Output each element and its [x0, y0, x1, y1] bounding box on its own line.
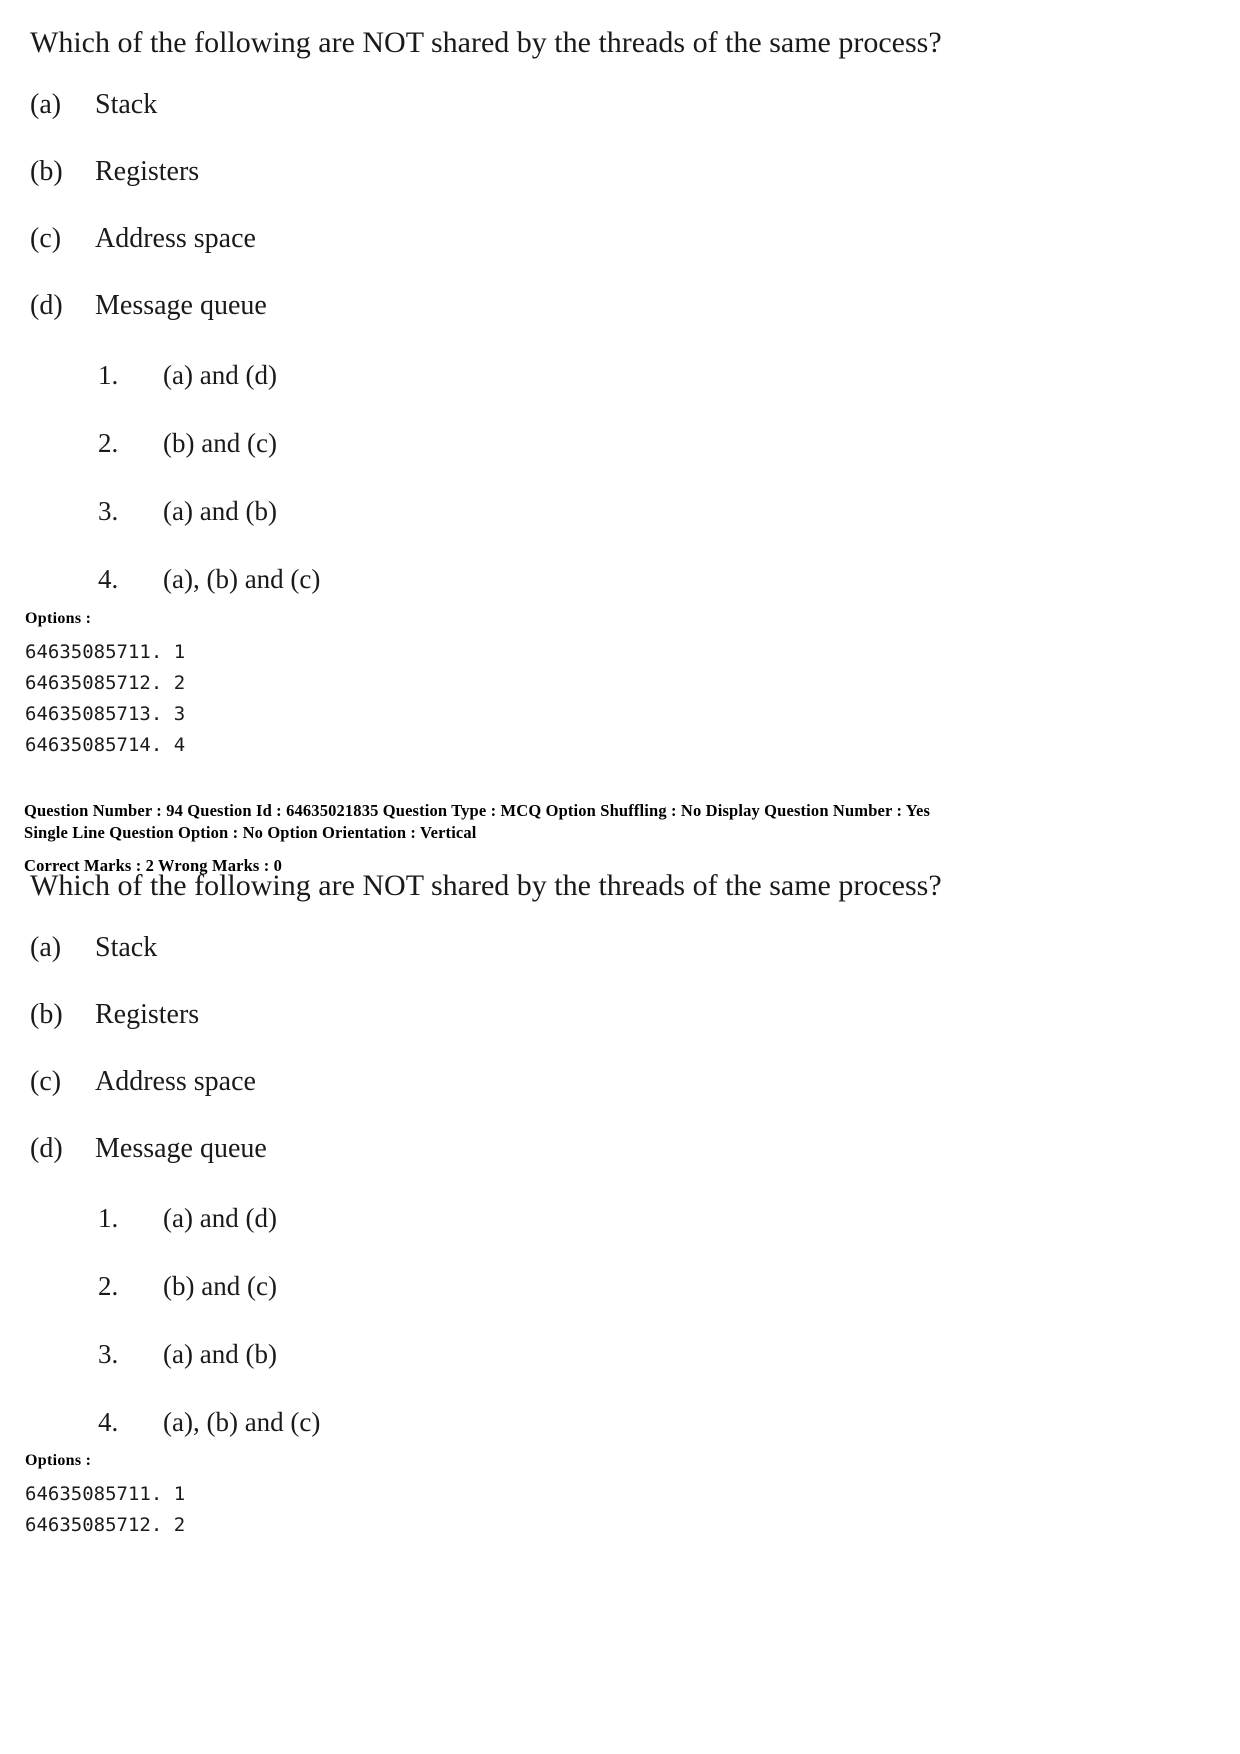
- metadata-line-identity: Question Number : 94 Question Id : 64635…: [24, 801, 931, 820]
- choice-text-1: (a) and (d): [163, 360, 277, 390]
- choice-3-2[interactable]: 3. (a) and (b): [98, 1341, 942, 1368]
- statement-label-d: (d): [30, 290, 63, 321]
- option-id-1: 64635085711. 1: [25, 641, 186, 664]
- choice-text-3: (a) and (b): [163, 496, 277, 526]
- choice-text-2: (b) and (c): [163, 428, 277, 458]
- statement-d: (d) Message queue: [30, 292, 942, 320]
- choice-number-1: 1.: [98, 360, 119, 390]
- choice-number-3-2: 3.: [98, 1339, 119, 1369]
- choice-1-2[interactable]: 1. (a) and (d): [98, 1205, 942, 1232]
- statement-text-c-2: Address space: [95, 1066, 256, 1097]
- statement-label-d-2: (d): [30, 1133, 63, 1164]
- statement-text-a-2: Stack: [95, 932, 158, 963]
- statement-label-a: (a): [30, 89, 62, 120]
- statement-label-b: (b): [30, 156, 63, 187]
- statement-label-b-2: (b): [30, 999, 63, 1030]
- choice-2[interactable]: 2. (b) and (c): [98, 430, 942, 457]
- statement-c-2: (c) Address space: [30, 1068, 942, 1096]
- metadata-line-options: Single Line Question Option : No Option …: [24, 823, 477, 843]
- options-heading-1: Options :: [25, 610, 92, 627]
- choice-number-3: 3.: [98, 496, 119, 526]
- option-id-2: 64635085712. 2: [25, 672, 186, 695]
- question-block-1: Which of the following are NOT shared by…: [30, 26, 942, 593]
- options-heading-2: Options :: [25, 1452, 92, 1469]
- option-id-3: 64635085713. 3: [25, 702, 186, 725]
- choice-3[interactable]: 3. (a) and (b): [98, 498, 942, 525]
- statement-text-d: Message queue: [95, 290, 267, 321]
- statement-a: (a) Stack: [30, 91, 942, 119]
- question-metadata: Question Number : 94 Question Id : 64635…: [24, 800, 930, 877]
- choice-number-4: 4.: [98, 564, 119, 594]
- option-id-4: 64635085714. 4: [25, 733, 186, 756]
- option-id-2-2: 64635085712. 2: [25, 1514, 186, 1537]
- option-id-1-2: 64635085711. 1: [25, 1483, 186, 1506]
- statement-text-d-2: Message queue: [95, 1133, 267, 1164]
- statement-text-b: Registers: [95, 156, 200, 187]
- statement-text-a: Stack: [95, 89, 158, 120]
- choice-2-2[interactable]: 2. (b) and (c): [98, 1273, 942, 1300]
- statement-label-a-2: (a): [30, 932, 62, 963]
- choice-text-2-2: (b) and (c): [163, 1271, 277, 1301]
- question-stem-2: Which of the following are NOT shared by…: [30, 869, 942, 902]
- choice-number-2: 2.: [98, 428, 119, 458]
- question-block-2: Which of the following are NOT shared by…: [30, 869, 942, 1436]
- statement-c: (c) Address space: [30, 225, 942, 253]
- statement-b-2: (b) Registers: [30, 1001, 942, 1029]
- statement-d-2: (d) Message queue: [30, 1135, 942, 1163]
- options-section-2: Options : 64635085711. 1 64635085712. 2: [25, 1452, 185, 1541]
- choice-1[interactable]: 1. (a) and (d): [98, 362, 942, 389]
- statement-text-b-2: Registers: [95, 999, 200, 1030]
- choice-number-4-2: 4.: [98, 1407, 119, 1437]
- statement-a-2: (a) Stack: [30, 934, 942, 962]
- choice-text-1-2: (a) and (d): [163, 1203, 277, 1233]
- statement-label-c-2: (c): [30, 1066, 62, 1097]
- statement-b: (b) Registers: [30, 158, 942, 186]
- statement-text-c: Address space: [95, 223, 256, 254]
- choice-text-3-2: (a) and (b): [163, 1339, 277, 1369]
- choice-text-4: (a), (b) and (c): [163, 564, 321, 594]
- options-section-1: Options : 64635085711. 1 64635085712. 2 …: [25, 610, 185, 760]
- choice-4-2[interactable]: 4. (a), (b) and (c): [98, 1409, 942, 1436]
- statement-label-c: (c): [30, 223, 62, 254]
- choice-4[interactable]: 4. (a), (b) and (c): [98, 566, 942, 593]
- exam-page: Which of the following are NOT shared by…: [0, 0, 1240, 1754]
- choice-text-4-2: (a), (b) and (c): [163, 1407, 321, 1437]
- choice-number-1-2: 1.: [98, 1203, 119, 1233]
- question-stem: Which of the following are NOT shared by…: [30, 26, 942, 59]
- choice-number-2-2: 2.: [98, 1271, 119, 1301]
